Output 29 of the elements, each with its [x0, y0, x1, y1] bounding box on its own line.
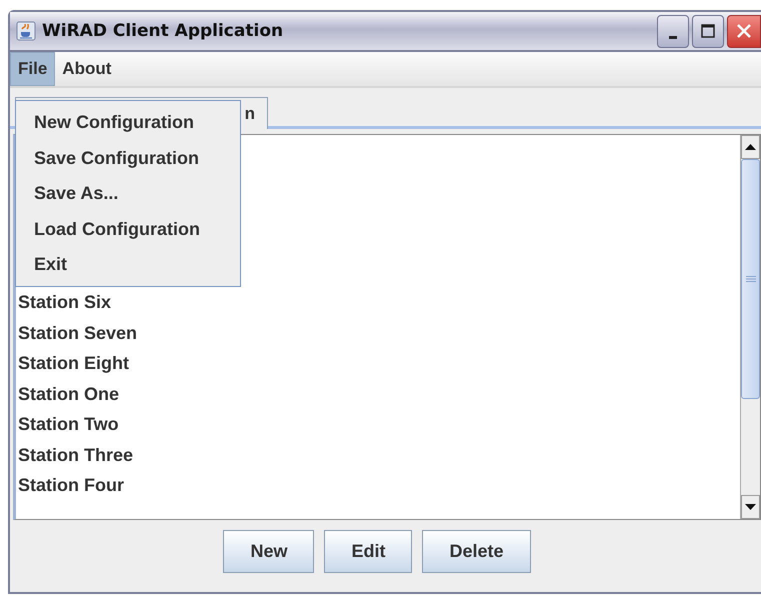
menu-option[interactable]: Save As...	[16, 176, 240, 212]
list-item[interactable]: Station Four	[16, 470, 740, 500]
scroll-down-icon[interactable]	[741, 495, 760, 519]
menu-item[interactable]: File	[10, 52, 56, 86]
window-title: WiRAD Client Application	[42, 21, 284, 41]
action-button[interactable]: Delete	[422, 530, 531, 573]
menu-option[interactable]: New Configuration	[16, 105, 240, 141]
menu-option[interactable]: Exit	[16, 247, 240, 283]
list-item[interactable]: Station Three	[16, 440, 740, 470]
menu-item[interactable]: About	[55, 52, 118, 86]
close-button[interactable]	[727, 14, 761, 48]
list-item[interactable]: Station Two	[16, 409, 740, 440]
close-icon	[736, 23, 752, 39]
list-item[interactable]: Station One	[16, 378, 740, 409]
scroll-up-icon[interactable]	[741, 135, 760, 159]
menu-option[interactable]: Save Configuration	[16, 140, 240, 176]
scroll-thumb[interactable]	[741, 159, 760, 399]
action-button[interactable]: Edit	[324, 530, 412, 573]
list-item[interactable]: Station Seven	[16, 318, 740, 348]
list-item[interactable]: Station Eight	[16, 348, 740, 378]
minimize-button[interactable]	[657, 14, 689, 48]
list-item[interactable]: Station Six	[16, 287, 740, 318]
maximize-button[interactable]	[692, 14, 724, 48]
action-button[interactable]: New	[223, 530, 314, 573]
cup-icon	[16, 21, 36, 41]
maximize-icon	[701, 24, 715, 38]
minimize-icon	[669, 36, 677, 38]
menu-option[interactable]: Load Configuration	[16, 212, 240, 248]
scrollbar[interactable]	[740, 135, 760, 519]
